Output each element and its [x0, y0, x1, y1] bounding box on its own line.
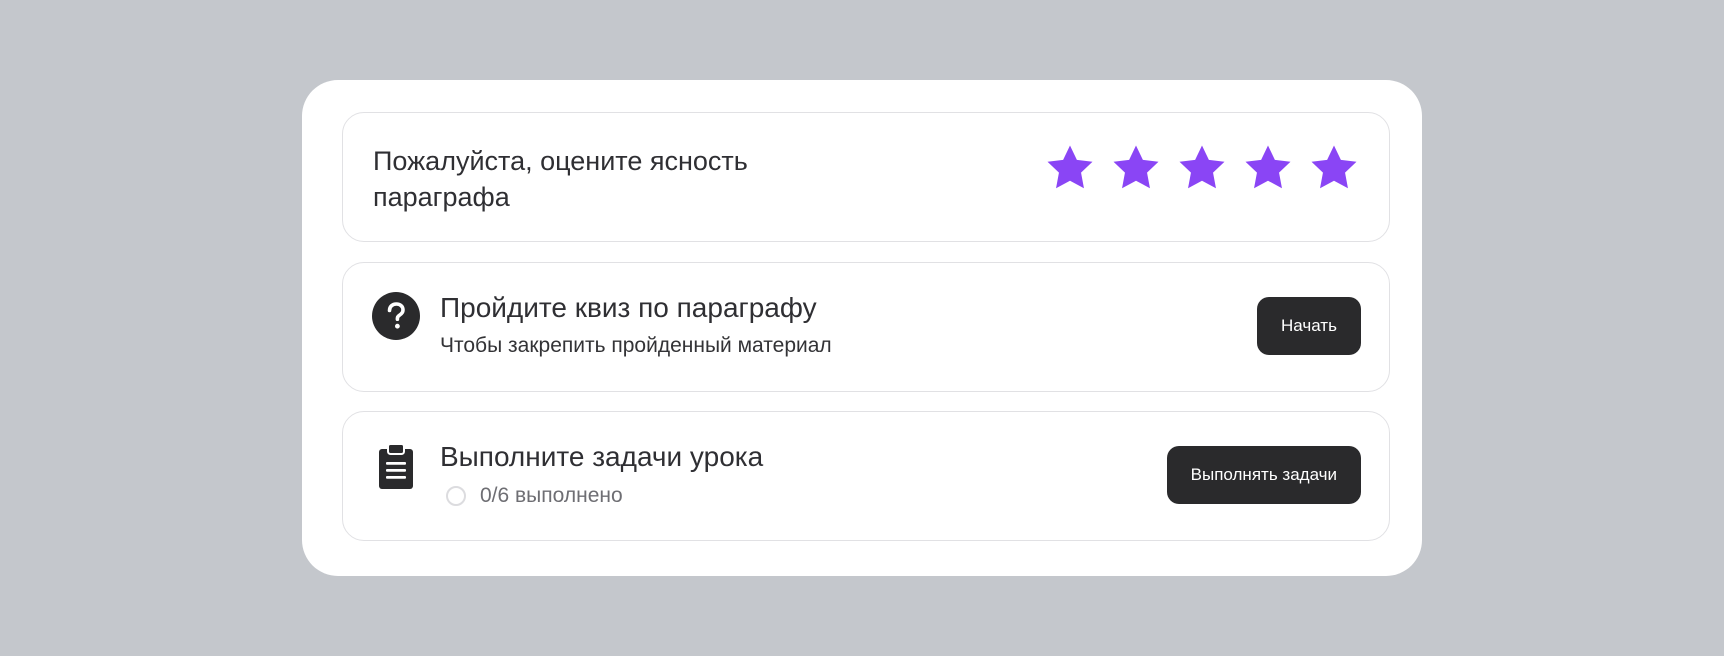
- quiz-subtitle: Чтобы закрепить пройденный материал: [440, 334, 832, 357]
- start-quiz-button[interactable]: Начать: [1257, 297, 1361, 355]
- star-icon[interactable]: [1111, 143, 1161, 193]
- star-icon[interactable]: [1177, 143, 1227, 193]
- tasks-panel: Выполните задачи урока 0/6 выполнено Вып…: [342, 411, 1390, 541]
- progress-ring-icon: [446, 486, 466, 506]
- quiz-panel: Пройдите квиз по параграфу Чтобы закрепи…: [342, 262, 1390, 392]
- star-rating: [1045, 143, 1359, 193]
- star-icon[interactable]: [1309, 143, 1359, 193]
- tasks-progress: 0/6 выполнено: [443, 483, 623, 509]
- rating-question: Пожалуйста, оцените ясность параграфа: [373, 146, 748, 212]
- star-icon[interactable]: [1045, 143, 1095, 193]
- rating-panel: Пожалуйста, оцените ясность параграфа: [342, 112, 1390, 242]
- lesson-feedback-card: Пожалуйста, оцените ясность параграфа Пр…: [302, 80, 1422, 576]
- star-icon[interactable]: [1243, 143, 1293, 193]
- progress-text: 0/6 выполнено: [480, 484, 623, 507]
- do-tasks-button[interactable]: Выполнять задачи: [1166, 446, 1361, 504]
- clipboard-icon: [371, 442, 421, 492]
- tasks-title: Выполните задачи урока: [440, 441, 764, 472]
- quiz-title: Пройдите квиз по параграфу: [440, 292, 817, 323]
- question-circle-icon: [371, 291, 421, 341]
